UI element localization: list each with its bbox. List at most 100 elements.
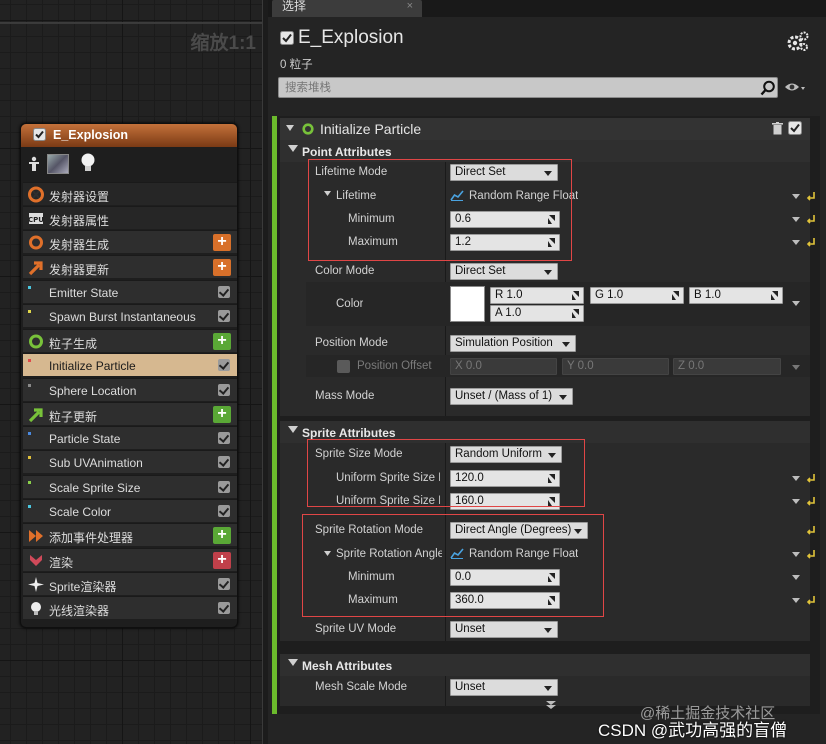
node-row-11[interactable]: Sub UVAnimation [23,450,237,473]
reset-arrow-icon[interactable] [806,525,816,535]
reset-arrow-icon[interactable] [806,473,816,483]
module-enabled-checkbox[interactable] [218,432,230,444]
node-row-12[interactable]: Scale Sprite Size [23,475,237,498]
chevron-down-icon[interactable] [792,552,800,557]
node-row-label: 添加事件处理器 [49,531,134,545]
chevron-down-icon[interactable] [792,476,800,481]
node-row-1[interactable]: CPU 发射器属性 [23,206,237,229]
add-module-button[interactable]: + [213,527,231,544]
add-module-button[interactable]: + [213,259,231,276]
module-enabled-checkbox[interactable] [218,481,230,493]
position-offset-label: Position Offset [357,360,432,372]
material-thumbnail[interactable] [47,154,69,174]
eye-icon[interactable] [784,81,806,95]
expand-more-icon[interactable] [545,700,557,710]
node-row-7[interactable]: Initialize Particle [23,353,237,376]
add-module-button[interactable]: + [213,333,231,350]
module-enabled-checkbox[interactable] [218,359,230,371]
module-enabled-checkbox[interactable] [218,578,230,590]
node-row-3[interactable]: 发射器更新 + [23,255,237,278]
module-enabled-checkbox[interactable] [218,505,230,517]
tab-selection[interactable]: 选择 × [272,0,422,17]
search-icon[interactable] [760,80,776,96]
chevron-down-icon[interactable] [792,575,800,580]
emitter-node-header[interactable]: E_Explosion [21,124,237,147]
chevron-down-icon[interactable] [792,598,800,603]
module-enabled-checkbox[interactable] [218,456,230,468]
color-b-input[interactable]: B 1.0 [689,287,783,304]
position-offset-z-input[interactable]: Z 0.0 [673,358,781,375]
search-input[interactable] [278,77,778,98]
module-enabled-checkbox[interactable] [218,602,230,614]
chevron-down-icon[interactable] [792,499,800,504]
color-mode-dropdown[interactable]: Direct Set [450,263,558,280]
node-row-0[interactable]: 发射器设置 [23,182,237,205]
module-enabled-checkbox[interactable] [218,286,230,298]
emitter-graph-canvas[interactable]: 缩放1:1 E_Explosion 发射器设置 CPU 发射器属性 发射器生成 + 发射器… [0,0,268,744]
node-row-16[interactable]: Sprite渲染器 [23,572,237,595]
node-row-17[interactable]: 光线渲染器 [23,596,237,619]
emitter-node[interactable]: E_Explosion 发射器设置 CPU 发射器属性 发射器生成 + 发射器更新 + Emi… [20,123,238,628]
reset-arrow-icon[interactable] [806,595,816,605]
node-row-13[interactable]: Scale Color [23,499,237,522]
chevron-down-icon[interactable] [792,217,800,222]
mass-mode-dropdown[interactable]: Unset / (Mass of 1) [450,388,573,405]
mesh-scale-mode-dropdown[interactable]: Unset [450,679,558,696]
chevron-down-icon[interactable] [792,194,800,199]
enabled-checkbox[interactable] [33,128,46,141]
reset-arrow-icon[interactable] [806,237,816,247]
gear-icon[interactable] [786,30,810,52]
ring-icon [27,234,45,251]
node-row-label: Sub UVAnimation [49,456,143,470]
section-mesh-attributes[interactable]: Mesh Attributes [280,654,810,676]
color-g-input[interactable]: G 1.0 [590,287,684,304]
reset-arrow-icon[interactable] [806,214,816,224]
color-r-input[interactable]: R 1.0 [490,287,584,304]
chevron-down-icon[interactable] [792,240,800,245]
module-enabled-checkbox[interactable] [218,384,230,396]
node-row-label: 发射器设置 [49,190,110,204]
node-row-label: 发射器生成 [49,238,110,252]
chevron-down-icon[interactable] [792,365,800,370]
color-swatch[interactable] [450,286,485,322]
emitter-enabled-checkbox[interactable] [280,31,294,45]
position-mode-dropdown[interactable]: Simulation Position [450,335,576,352]
color-a-input[interactable]: A 1.0 [490,305,584,322]
add-module-button[interactable]: + [213,406,231,423]
node-row-9[interactable]: 粒子更新 + [23,402,237,425]
sprite-uv-mode-label: Sprite UV Mode [315,623,397,635]
tab-bar: 选择 × [268,0,826,17]
ring-icon [302,123,314,135]
module-enabled-checkbox[interactable] [218,310,230,322]
module-color-dot [28,432,31,435]
chevron-down-icon[interactable] [792,301,800,306]
cpu-icon: CPU [27,210,45,227]
position-offset-checkbox[interactable] [337,360,350,373]
trash-icon[interactable] [772,122,783,135]
add-module-button[interactable]: + [213,552,231,569]
close-icon[interactable]: × [407,0,413,12]
reset-arrow-icon[interactable] [806,496,816,506]
position-mode-label: Position Mode [315,337,388,349]
reset-arrow-icon[interactable] [806,191,816,201]
node-row-4[interactable]: Emitter State [23,280,237,303]
sprite-uv-mode-dropdown[interactable]: Unset [450,621,558,638]
position-offset-x-input[interactable]: X 0.0 [450,358,557,375]
module-enabled-checkbox[interactable] [788,121,802,135]
node-row-label: 粒子生成 [49,337,98,351]
node-row-15[interactable]: 渲染 + [23,548,237,571]
collapse-arrow-icon[interactable] [286,125,294,133]
node-row-2[interactable]: 发射器生成 + [23,230,237,253]
module-header[interactable]: Initialize Particle [280,118,810,140]
node-row-14[interactable]: 添加事件处理器 + [23,523,237,546]
node-row-5[interactable]: Spawn Burst Instantaneous [23,304,237,327]
zoom-label: 缩放1:1 [190,33,256,54]
arrow-up-right-icon [27,259,45,276]
node-row-8[interactable]: Sphere Location [23,378,237,401]
node-row-6[interactable]: 粒子生成 + [23,329,237,352]
add-module-button[interactable]: + [213,234,231,251]
reset-arrow-icon[interactable] [806,549,816,559]
light-bulb-icon [81,153,95,171]
position-offset-y-input[interactable]: Y 0.0 [562,358,669,375]
node-row-10[interactable]: Particle State [23,426,237,449]
